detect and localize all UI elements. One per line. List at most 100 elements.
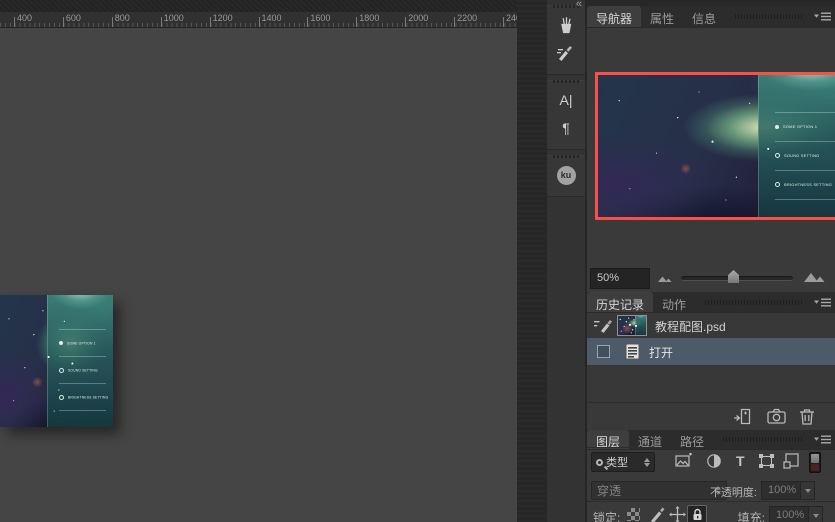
navigator-proxy-view[interactable]: SOME OPTION 1 SOUND SETTING BRIGHTNESS S… — [595, 72, 835, 220]
grip-dots[interactable] — [553, 155, 579, 158]
ruler-major-tick — [503, 17, 504, 27]
zoom-slider-thumb[interactable] — [728, 270, 739, 283]
expand-panels-button[interactable]: « — [576, 0, 581, 10]
character-panel-button[interactable]: A| — [550, 87, 582, 113]
history-brush-source-icon[interactable] — [594, 317, 612, 334]
lock-row: 锁定: — [587, 504, 835, 522]
opacity-value-input[interactable]: 100% — [761, 481, 801, 500]
ruler-major-tick — [210, 17, 211, 27]
filter-shape-layers-icon[interactable] — [758, 453, 775, 469]
divider — [587, 447, 835, 448]
kuler-panel-button[interactable]: ku — [550, 162, 582, 188]
menu-item: SOME OPTION 1 — [59, 339, 111, 348]
open-state-icon — [625, 343, 640, 360]
app-frame-gap — [517, 0, 546, 522]
panel-menu-button[interactable] — [814, 298, 831, 307]
ruler-label: 400 — [17, 13, 32, 23]
grip-dots[interactable] — [553, 80, 579, 83]
opacity-dropdown-button[interactable] — [801, 481, 815, 500]
history-brush-source-checkbox[interactable] — [597, 345, 610, 358]
ruler-major-tick — [307, 17, 308, 27]
zoom-percentage-input[interactable]: 50% — [590, 268, 650, 289]
fill-value-input[interactable]: 100% — [769, 506, 809, 522]
tab-drag-area[interactable] — [723, 437, 804, 442]
filter-adjustment-layers-icon[interactable] — [706, 453, 722, 469]
history-snapshot-thumbnail[interactable] — [617, 315, 647, 336]
chevron-down-icon — [813, 514, 819, 521]
zoom-out-icon[interactable] — [657, 274, 674, 283]
lock-icon — [692, 508, 703, 521]
navigator-zoom-row: 50% — [587, 266, 835, 292]
lock-image-pixels-icon[interactable] — [649, 507, 666, 522]
dropdown-stepper-icon — [644, 455, 650, 470]
new-document-from-state-button[interactable] — [733, 408, 753, 430]
divider — [587, 501, 835, 502]
new-snapshot-button[interactable] — [767, 408, 786, 429]
sound-icon — [775, 153, 780, 158]
ruler-major-tick — [356, 17, 357, 27]
panel-menu-button[interactable] — [814, 12, 831, 21]
trash-icon — [799, 408, 815, 425]
divider — [775, 112, 835, 113]
layer-filter-row: 类型 T — [587, 450, 835, 476]
filter-type-layers-icon[interactable]: T — [736, 453, 745, 469]
ruler-label: 1200 — [213, 13, 233, 23]
lock-position-icon[interactable] — [669, 506, 686, 522]
camera-icon — [767, 408, 786, 424]
tab-drag-area[interactable] — [735, 14, 804, 19]
canvas[interactable]: SOME OPTION 1 SOUND SETTING BRIGHTNESS S… — [0, 28, 517, 522]
delete-state-button[interactable] — [799, 408, 815, 430]
paragraph-panel-button[interactable]: ¶ — [550, 115, 582, 141]
horizontal-ruler[interactable]: 4006008001000120014001600180020002200240 — [0, 12, 517, 28]
new-document-icon — [733, 408, 753, 425]
artwork-menu-list: SOME OPTION 1 SOUND SETTING BRIGHTNESS S… — [59, 329, 111, 411]
ruler-major-tick — [259, 17, 260, 27]
history-tab-bar: 历史记录 动作 — [587, 292, 835, 313]
tab-properties[interactable]: 属性 — [641, 6, 683, 27]
ruler-label: 2000 — [408, 13, 428, 23]
search-icon — [596, 459, 603, 466]
brush-panel-button[interactable] — [550, 40, 582, 66]
fill-label: 填充: — [727, 509, 765, 522]
lock-label: 锁定: — [593, 509, 620, 522]
panel-menu-icon — [814, 435, 831, 444]
history-snapshot-row[interactable]: 教程配图.psd — [587, 313, 835, 338]
tab-drag-area[interactable] — [705, 300, 804, 305]
panel-menu-button[interactable] — [814, 435, 831, 444]
history-list: 教程配图.psd 打开 — [587, 313, 835, 402]
filter-smart-objects-icon[interactable] — [783, 453, 800, 469]
ruler-label: 2200 — [457, 13, 477, 23]
ruler-label: 1800 — [359, 13, 379, 23]
brush-presets-panel-button[interactable] — [550, 12, 582, 38]
artwork-menu-panel — [635, 316, 646, 335]
ruler-label: 600 — [66, 13, 81, 23]
dock-group-brushes — [547, 5, 585, 75]
tab-info[interactable]: 信息 — [683, 6, 725, 27]
ruler-label: 1400 — [262, 13, 282, 23]
dot-icon — [59, 341, 63, 345]
brush-icon — [556, 43, 576, 63]
divider — [775, 199, 835, 200]
menu-item: BRIGHTNESS SETTING — [775, 180, 835, 189]
lock-transparent-pixels-icon[interactable] — [627, 508, 640, 521]
history-state-row-selected[interactable]: 打开 — [587, 338, 835, 365]
ruler-major-tick — [405, 17, 406, 27]
panel-menu-icon — [814, 12, 831, 21]
tab-actions[interactable]: 动作 — [653, 292, 695, 312]
ruler-label: 800 — [115, 13, 130, 23]
history-toolbar — [587, 402, 835, 430]
menu-item-label: BRIGHTNESS SETTING — [784, 183, 832, 188]
ruler-label: 1000 — [164, 13, 184, 23]
zoom-in-icon[interactable] — [803, 270, 827, 283]
lock-all-button-pressed[interactable] — [687, 505, 707, 522]
layer-filtering-toggle[interactable] — [809, 452, 821, 473]
tab-history[interactable]: 历史记录 — [587, 292, 653, 312]
fill-dropdown-button[interactable] — [809, 506, 823, 522]
tab-navigator[interactable]: 导航器 — [587, 6, 641, 27]
layer-filter-type-dropdown[interactable]: 类型 — [591, 452, 655, 472]
open-document[interactable]: SOME OPTION 1 SOUND SETTING BRIGHTNESS S… — [0, 295, 113, 427]
menu-item-label: BRIGHTNESS SETTING — [68, 395, 108, 399]
artwork-menu-panel: SOME OPTION 1 SOUND SETTING BRIGHTNESS S… — [758, 75, 835, 217]
menu-item: SOUND SETTING — [59, 366, 111, 375]
filter-pixel-layers-icon[interactable] — [675, 453, 692, 468]
